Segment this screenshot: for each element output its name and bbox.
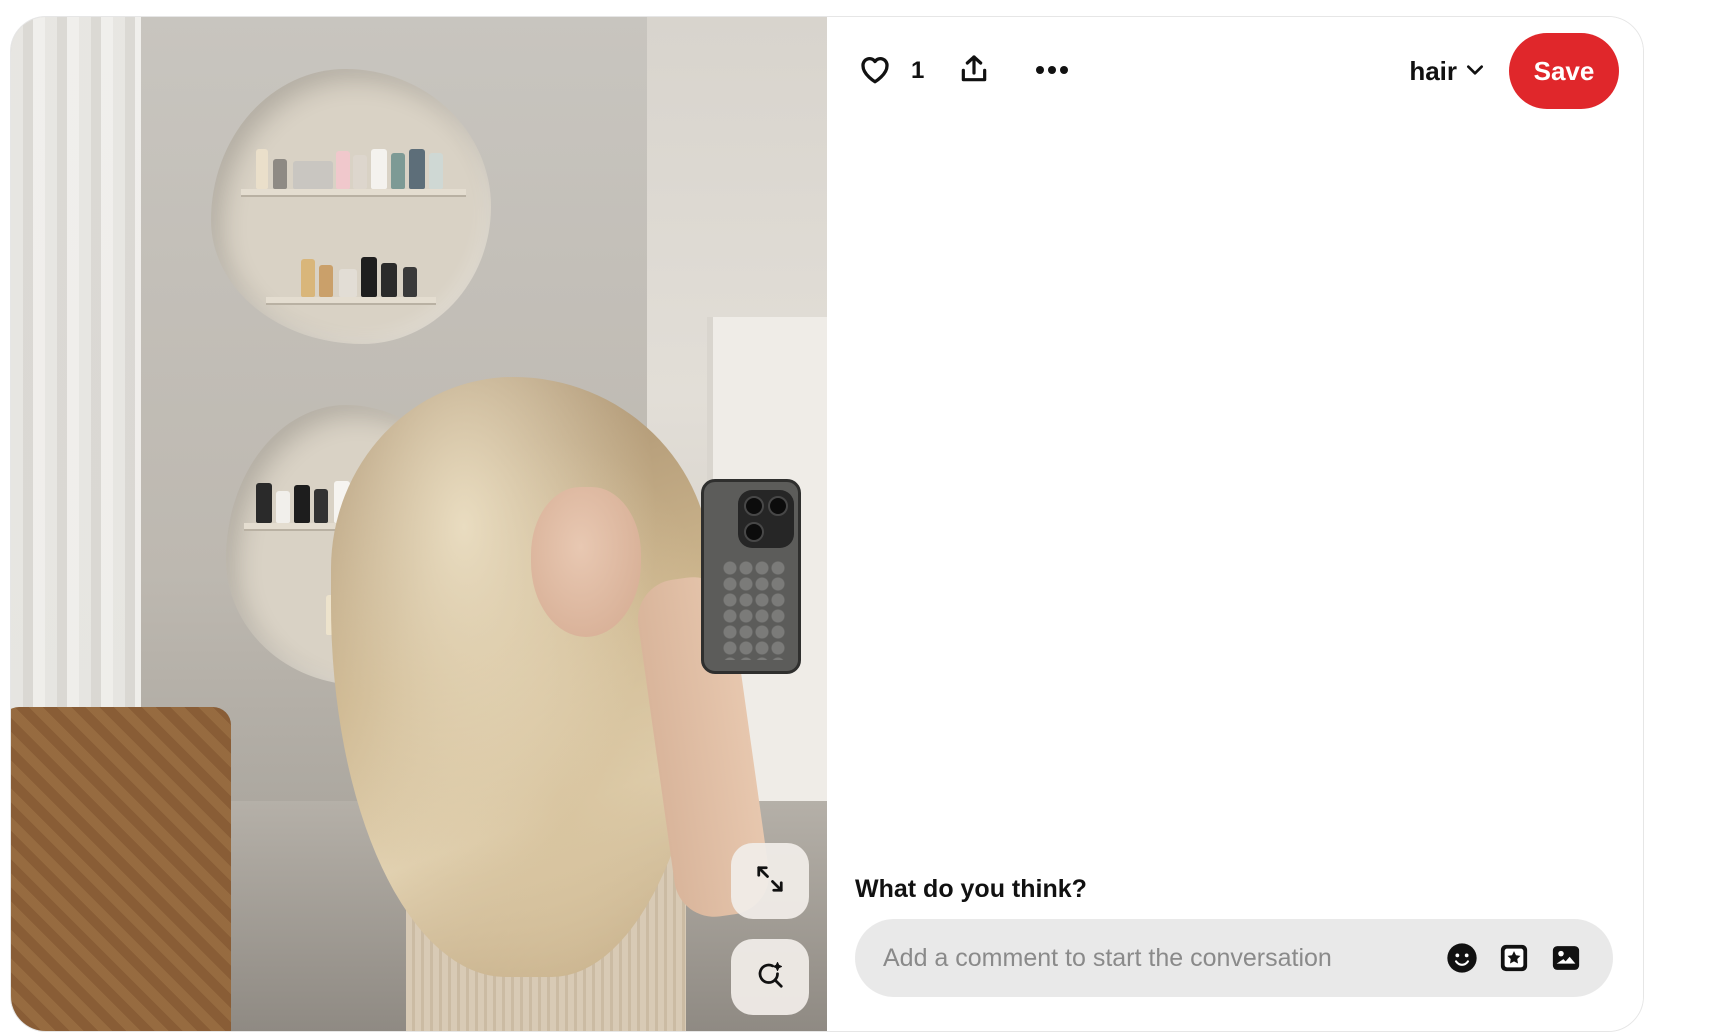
more-options-button[interactable] (1028, 47, 1076, 95)
board-selector[interactable]: hair (1409, 47, 1485, 95)
visual-search-icon (755, 960, 785, 995)
like-count: 1 (911, 57, 925, 84)
comment-input[interactable] (883, 943, 1445, 973)
comment-box (855, 919, 1613, 997)
pin-closeup-card: 1 hair Save What do you think? Add a com… (10, 16, 1644, 1032)
visual-search-button[interactable] (731, 939, 809, 1015)
emoji-icon[interactable] (1445, 941, 1479, 975)
like-button[interactable] (851, 47, 899, 95)
sticker-icon[interactable] (1497, 941, 1531, 975)
photo-icon[interactable] (1549, 941, 1583, 975)
more-dots-icon (1035, 62, 1069, 80)
comment-tools (1445, 941, 1583, 975)
heart-icon (857, 51, 893, 92)
comments-heading: What do you think? (855, 875, 1087, 903)
pin-image[interactable] (11, 17, 827, 1031)
save-button[interactable]: Save (1509, 33, 1619, 109)
board-name: hair (1409, 55, 1457, 86)
share-button[interactable] (950, 47, 998, 95)
pin-action-bar: 1 hair Save (851, 31, 1619, 111)
expand-button[interactable] (731, 843, 809, 919)
pin-details-panel: 1 hair Save What do you think? Add a com… (827, 17, 1643, 1031)
chevron-down-icon (1465, 56, 1485, 87)
expand-icon (755, 864, 785, 899)
share-icon (958, 53, 990, 90)
